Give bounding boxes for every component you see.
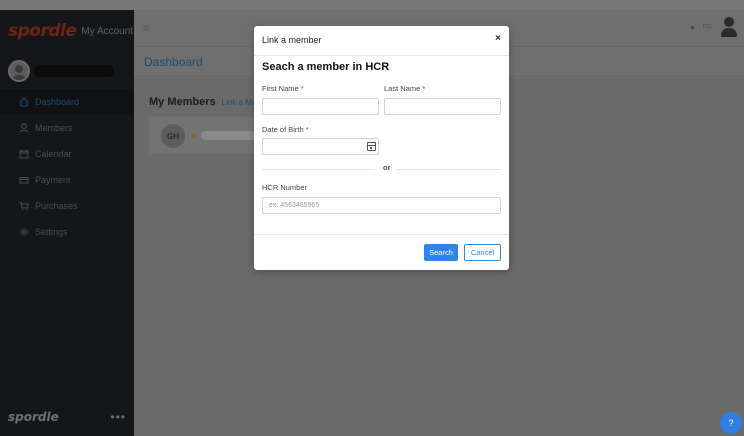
brand-logo: spordle [8,21,77,41]
calendar-icon[interactable] [367,142,376,151]
brand[interactable]: spordle My Account [8,18,133,44]
page-title: Dashboard [144,55,203,69]
sidebar-item-label: Dashboard [35,97,80,107]
divider-line-right [396,169,501,170]
required-marker: * [422,84,426,93]
close-icon[interactable]: × [495,33,501,44]
sidebar-item-calendar[interactable]: Calendar [0,141,134,167]
language-toggle[interactable]: FR [703,24,712,31]
dob-label: Date of Birth * [262,125,309,134]
or-divider: or [262,163,501,172]
sidebar-footer: spordle ••• [8,410,126,424]
help-button[interactable]: ? [720,412,742,434]
cart-icon [18,201,29,212]
members-title: My Members [149,96,216,108]
sidebar-item-label: Members [35,123,73,133]
modal-title: Link a member [262,35,322,45]
or-label: or [383,163,391,172]
sidebar-item-purchases[interactable]: Purchases [0,193,134,219]
sidebar-item-label: Payment [35,175,71,185]
last-name-field[interactable] [384,98,501,115]
divider-line-left [262,169,374,170]
search-button[interactable]: Search [424,244,458,261]
date-of-birth-field[interactable] [262,138,379,155]
link-member-modal: Link a member × Seach a member in HCR Fi… [254,26,509,270]
sidebar-item-label: Purchases [35,201,78,211]
required-marker: * [300,84,304,93]
brand-subtitle: My Account [81,25,134,37]
required-marker: * [305,125,309,134]
hcr-number-field[interactable] [262,197,501,214]
link-member-link[interactable]: Link a Me [222,98,257,107]
sidebar-item-label: Settings [35,227,68,237]
calendar-icon [18,149,29,160]
last-name-label: Last Name * [384,84,425,93]
footer-logo: spordle [8,410,59,424]
person-icon [18,123,29,134]
hcr-label: HCR Number [262,183,307,192]
sidebar: spordle My Account Dashboard Members Cal… [0,10,134,436]
credit-card-icon [18,175,29,186]
hcr-label-text: HCR Number [262,183,308,192]
last-name-label-text: Last Name [384,84,421,93]
gear-icon [18,227,29,238]
bell-icon[interactable]: ● [690,23,695,32]
sidebar-item-label: Calendar [35,149,72,159]
browser-strip [0,0,744,10]
redacted-username [34,65,114,77]
section-title: Seach a member in HCR [262,61,390,73]
status-dot [191,134,196,138]
sidebar-user[interactable] [8,60,114,82]
home-icon [18,97,29,108]
cancel-button[interactable]: Cancel [464,244,501,261]
modal-header: Link a member × [254,26,509,56]
first-name-field[interactable] [262,98,379,115]
sidebar-item-dashboard[interactable]: Dashboard [0,89,134,115]
modal-footer-divider [254,234,509,235]
member-initials: GH [161,124,185,148]
avatar [8,60,30,82]
members-header: My Members Link a Me [149,96,256,108]
user-menu-icon[interactable] [720,16,738,38]
sidebar-item-payment[interactable]: Payment [0,167,134,193]
sidebar-item-members[interactable]: Members [0,115,134,141]
sidebar-nav: Dashboard Members Calendar Payment Purch… [0,89,134,245]
dob-label-text: Date of Birth [262,125,304,134]
sidebar-item-settings[interactable]: Settings [0,219,134,245]
first-name-label-text: First Name [262,84,299,93]
more-menu-button[interactable]: ••• [110,410,126,424]
top-bar-actions: ● FR [690,16,738,38]
menu-toggle-icon[interactable]: ≡ [143,21,150,35]
first-name-label: First Name * [262,84,304,93]
